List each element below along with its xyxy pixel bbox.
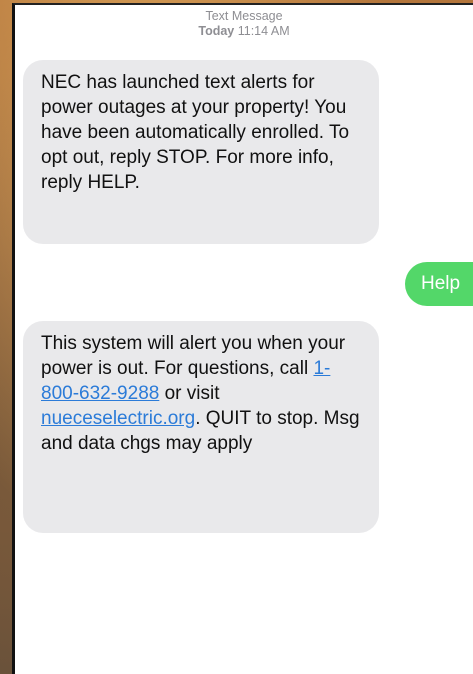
message-text: NEC has launched text alerts for power o…: [41, 72, 350, 193]
message-text-part: This system will alert you when your pow…: [41, 333, 346, 379]
incoming-message-bubble[interactable]: NEC has launched text alerts for power o…: [23, 60, 379, 244]
incoming-message-bubble[interactable]: This system will alert you when your pow…: [23, 321, 379, 533]
thread-header: Text Message Today 11:14 AM: [15, 9, 473, 39]
thread-kind-label: Text Message: [205, 9, 283, 23]
thread-day-label: Today: [198, 24, 235, 38]
thread-timestamp: Today 11:14 AM: [15, 24, 473, 39]
message-text: Help: [421, 273, 461, 294]
message-text-part: or visit: [159, 383, 220, 404]
website-link[interactable]: nueceselectric.org: [41, 408, 195, 429]
thread-time-label: 11:14 AM: [237, 24, 290, 38]
outgoing-message-bubble[interactable]: Help: [405, 262, 473, 306]
message-thread-screen: Text Message Today 11:14 AM NEC has laun…: [12, 3, 473, 674]
